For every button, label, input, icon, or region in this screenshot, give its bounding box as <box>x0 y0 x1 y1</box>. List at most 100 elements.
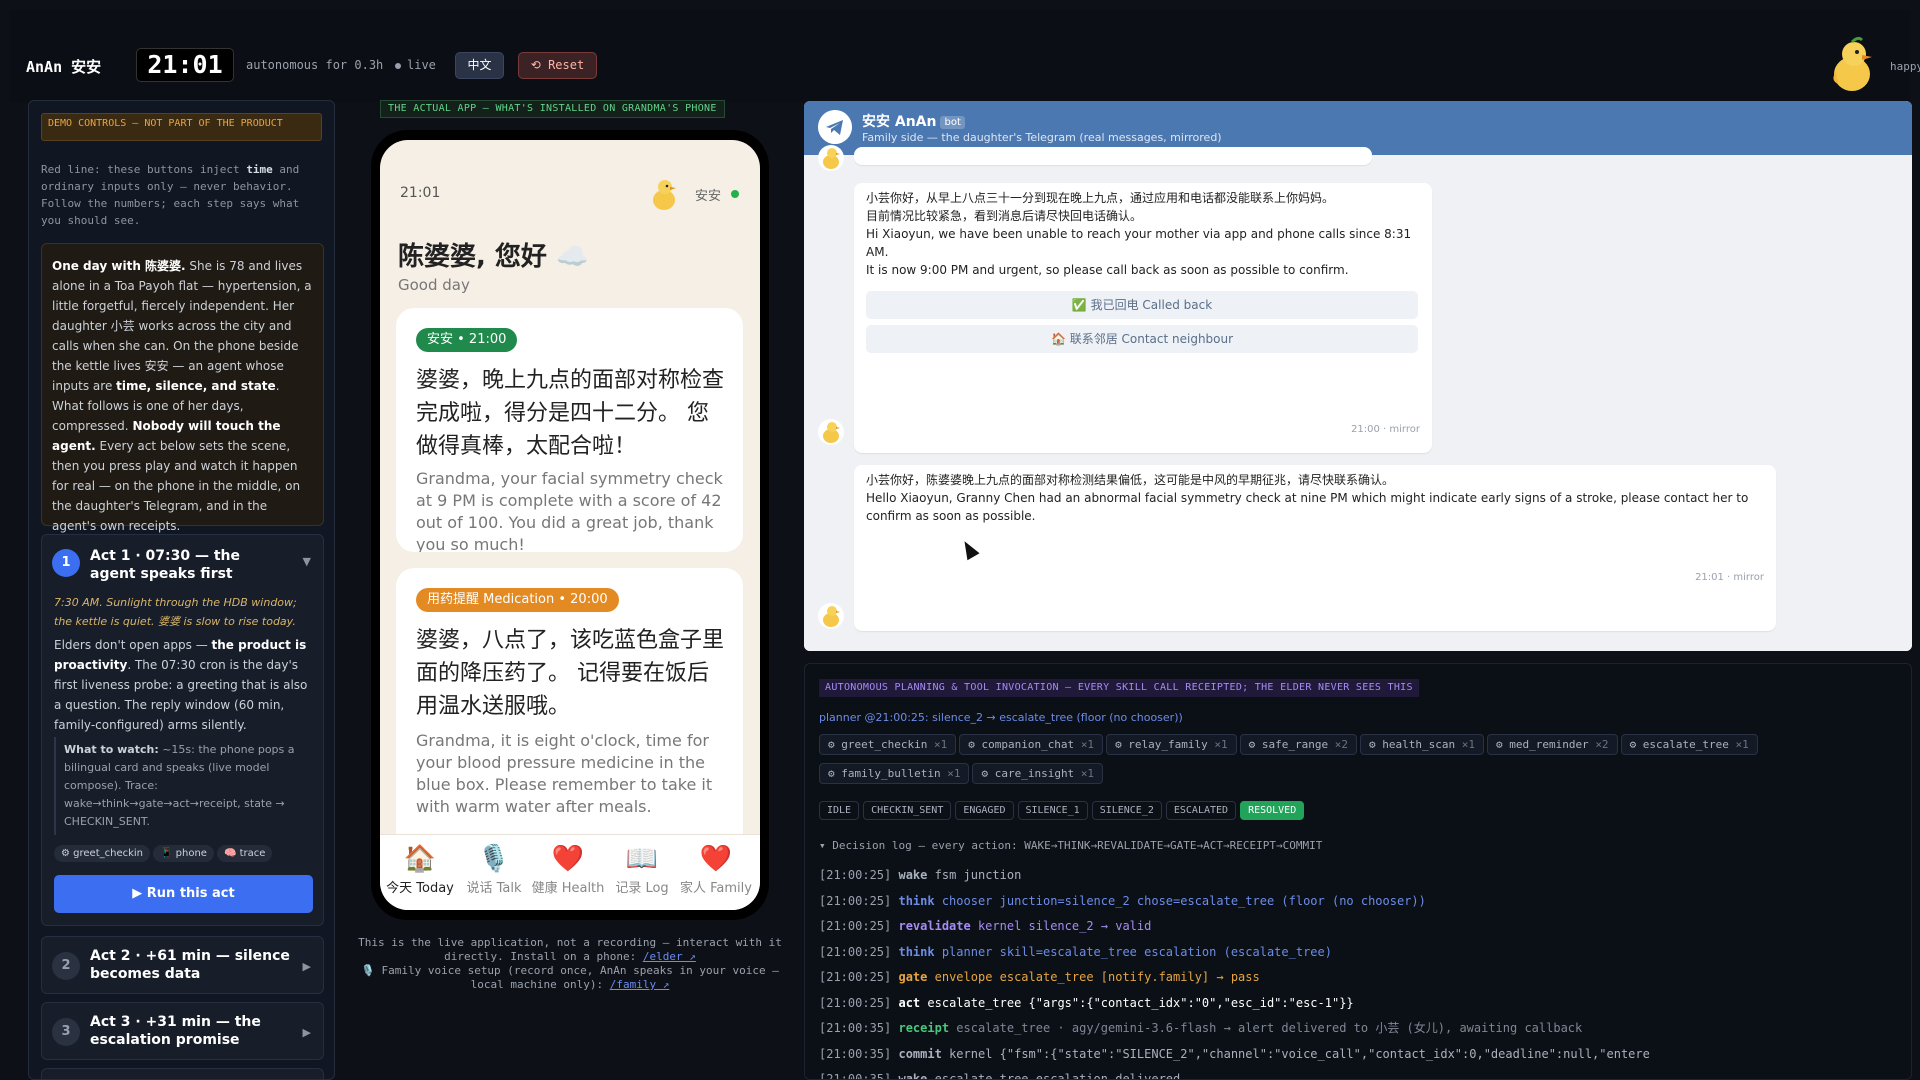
app-brand: AnAn 安安 <box>26 58 102 76</box>
planning-tag: AUTONOMOUS PLANNING & TOOL INVOCATION — … <box>819 679 1419 697</box>
contact-neighbour-button[interactable]: 🏠 联系邻居 Contact neighbour <box>866 325 1418 353</box>
tab-label: 说话 Talk <box>466 881 522 896</box>
log-entry: [21:00:25] think chooser junction=silenc… <box>819 893 1426 908</box>
greeting-subtitle: Good day <box>398 276 470 294</box>
duck-avatar-icon <box>818 603 844 629</box>
top-bar: AnAn 安安 21:01 autonomous for 0.3h live 中… <box>10 10 1920 102</box>
act-title: Act 3 · +31 min — the escalation promise <box>90 1014 261 1048</box>
telegram-icon <box>818 110 852 144</box>
tab-label: 记录 Log <box>615 881 669 896</box>
tab-label: 今天 Today <box>386 881 454 896</box>
act-number: 2 <box>52 952 80 980</box>
act-scene: 7:30 AM. Sunlight through the HDB window… <box>54 596 297 628</box>
decision-log: [21:00:25] wake fsm junction [21:00:25] t… <box>819 863 1909 1080</box>
run-act-button[interactable]: ▶ Run this act <box>54 875 313 913</box>
fsm-state: SILENCE_2 <box>1091 801 1162 820</box>
chip-trace: 🧠 trace <box>216 845 273 862</box>
duck-avatar-icon <box>818 145 844 171</box>
log-entry: [21:00:25] gate envelope escalate_tree [… <box>819 970 1260 984</box>
bot-badge: bot <box>940 115 965 129</box>
elder-link[interactable]: /elder ↗ <box>643 950 696 963</box>
log-entry: [21:00:25] wake fsm junction <box>819 868 1022 882</box>
chevron-down-icon[interactable]: ▼ <box>303 555 311 568</box>
fsm-state-list: IDLE CHECKIN_SENT ENGAGED SILENCE_1 SILENCE_… <box>819 801 1308 820</box>
log-entry: [21:00:25] revalidate kernel silence_2 →… <box>819 919 1152 933</box>
planning-panel: AUTONOMOUS PLANNING & TOOL INVOCATION — … <box>804 663 1912 1080</box>
act-4-card-partial[interactable] <box>41 1068 324 1079</box>
tab-family[interactable]: ❤️ 家人 Family <box>679 843 753 896</box>
tab-label: 健康 Health <box>531 881 605 896</box>
message-bubble: 小芸你好，从早上八点三十一分到现在晚上九点，通过应用和电话都没能联系上你妈妈。 … <box>854 183 1432 453</box>
story-intro: One day with 陈婆婆. She is 78 and lives al… <box>41 243 324 533</box>
skill-chip: ⚙ relay_family ×1 <box>1106 734 1237 755</box>
home-icon: 🏠 <box>403 844 437 874</box>
skill-chip: ⚙ escalate_tree ×1 <box>1620 734 1758 755</box>
skill-list: ⚙ greet_checkin ×1 ⚙ companion_chat ×1 ⚙ r… <box>819 734 1899 792</box>
skill-chip: ⚙ med_reminder ×2 <box>1486 734 1618 755</box>
log-entry: [21:00:25] act escalate_tree {"args":{"c… <box>819 995 1354 1010</box>
message-text-zh: 目前情况比较紧急，看到消息后请尽快回电话确认。 <box>866 209 1143 223</box>
telegram-panel: 安安 AnAn bot Family side — the daughter's … <box>804 101 1912 651</box>
message-meta: 21:00 · mirror <box>1351 424 1420 435</box>
message-text-en: Hello Xiaoyun, Granny Chen had an abnorm… <box>866 491 1749 523</box>
chat-subtitle: Family side — the daughter's Telegram (r… <box>862 131 1222 144</box>
chip-phone: 📱 phone <box>153 845 214 862</box>
greeting-title: 陈婆婆, 您好 ☁️ <box>398 242 589 272</box>
card-source-pill: 安安 • 21:00 <box>416 328 518 352</box>
phone-note: This is the live application, not a reco… <box>358 936 782 991</box>
demo-controls-panel: DEMO CONTROLS — NOT PART OF THE PRODUCT … <box>28 100 335 1080</box>
red-line-note: Red line: these buttons inject time and … <box>41 163 300 227</box>
act-number: 3 <box>52 1018 80 1046</box>
log-entry: [21:00:35] receipt escalate_tree · agy/g… <box>819 1021 1583 1035</box>
duck-mascot-icon <box>1833 36 1872 91</box>
chat-messages: 小芸你好，从早上八点三十一分到现在晚上九点，通过应用和电话都没能联系上你妈妈。 … <box>804 145 1912 651</box>
skill-chip: ⚙ greet_checkin ×1 <box>819 734 957 755</box>
log-entry: [21:00:35] wake escalate_tree escalation… <box>819 1072 1181 1080</box>
act-title[interactable]: Act 1 · 07:30 — the agent speaks first <box>90 547 290 583</box>
card-text-en: Grandma, it is eight o'clock, time for y… <box>416 731 713 816</box>
skill-chip: ⚙ safe_range ×2 <box>1239 734 1357 755</box>
message-text-zh: 小芸你好，陈婆婆晚上九点的面部对称检测结果偏低，这可能是中风的早期征兆，请尽快联… <box>866 473 1395 487</box>
tab-talk[interactable]: 🎙️ 说话 Talk <box>457 843 531 896</box>
duck-avatar-icon <box>818 419 844 445</box>
message-bubble: 小芸你好，陈婆婆晚上九点的面部对称检测结果偏低，这可能是中风的早期征兆，请尽快联… <box>854 465 1776 631</box>
tab-log[interactable]: 📖 记录 Log <box>605 843 679 896</box>
fsm-state: RESOLVED <box>1240 801 1305 820</box>
card-text-zh: 婆婆，晚上九点的面部对称检查完成啦，得分是四十二分。 您做得真棒，太配合啦！ <box>416 368 725 459</box>
mascot-mood: happy <box>1890 60 1920 73</box>
book-icon: 📖 <box>625 844 659 874</box>
tab-health[interactable]: ❤️ 健康 Health <box>531 843 605 896</box>
message-text-en: It is now 9:00 PM and urgent, so please … <box>866 263 1349 277</box>
tab-today[interactable]: 🏠 今天 Today <box>383 843 457 896</box>
medication-card[interactable]: 用药提醒 Medication • 20:00 婆婆，八点了，该吃蓝色盒子里面的… <box>396 568 743 868</box>
previous-message-bubble <box>854 147 1372 165</box>
message-text-zh: 小芸你好，从早上八点三十一分到现在晚上九点，通过应用和电话都没能联系上你妈妈。 <box>866 191 1335 205</box>
what-to-watch: What to watch: ~15s: the phone pops a bi… <box>54 737 316 835</box>
heart-icon: ❤️ <box>699 844 733 874</box>
called-back-button[interactable]: ✅ 我已回电 Called back <box>866 291 1418 319</box>
fsm-state: ESCALATED <box>1165 801 1237 820</box>
message-card[interactable]: 安安 • 21:00 婆婆，晚上九点的面部对称检查完成啦，得分是四十二分。 您做… <box>396 308 743 552</box>
decision-log-toggle[interactable]: ▾ Decision log — every action: WAKE→THIN… <box>819 839 1322 852</box>
planner-line: planner @21:00:25: silence_2 → escalate_… <box>819 711 1183 724</box>
duck-mascot-icon <box>653 180 676 210</box>
act-chips: ⚙ greet_checkin 📱 phone 🧠 trace <box>54 845 275 862</box>
act-3-card[interactable]: 3 Act 3 · +31 min — the escalation promi… <box>41 1002 324 1060</box>
language-toggle-button[interactable]: 中文 <box>455 52 504 79</box>
reset-button[interactable]: ⟲ Reset <box>518 52 597 79</box>
heart-icon: ❤️ <box>551 844 585 874</box>
skill-chip: ⚙ companion_chat ×1 <box>959 734 1104 755</box>
skill-chip: ⚙ health_scan ×1 <box>1360 734 1484 755</box>
online-status-dot <box>731 190 739 198</box>
phone-frame: 21:01 安安 陈婆婆, 您好 ☁️ Good day 安安 • 21:00 … <box>371 130 769 920</box>
fsm-state: ENGAGED <box>955 801 1014 820</box>
act-2-card[interactable]: 2 Act 2 · +61 min — silence becomes data… <box>41 936 324 994</box>
fsm-state: IDLE <box>819 801 860 820</box>
act-description: Elders don't open apps — the product is … <box>54 638 308 732</box>
family-link[interactable]: /family ↗ <box>610 978 670 991</box>
tab-label: 家人 Family <box>680 881 752 896</box>
chat-title: 安安 AnAn bot <box>862 111 965 131</box>
act-number: 1 <box>52 549 80 577</box>
act-1-card: 1 Act 1 · 07:30 — the agent speaks first… <box>41 534 324 926</box>
phone-status-time: 21:01 <box>400 185 441 201</box>
